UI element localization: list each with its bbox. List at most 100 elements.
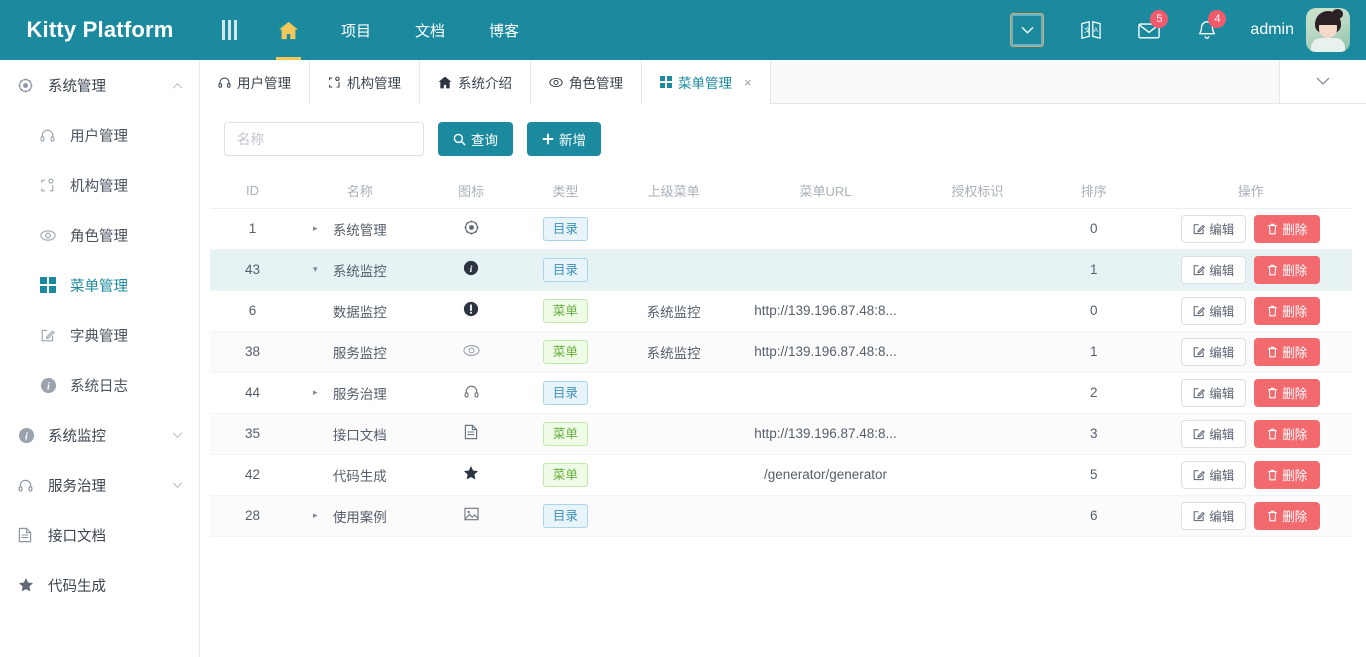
menu-name-label: 系统管理 bbox=[332, 222, 387, 238]
org-icon bbox=[328, 76, 341, 89]
table-row[interactable]: 35 接口文档 菜单 http://139.196.87.48:8... 3 编辑 删除 bbox=[210, 413, 1352, 455]
cell-name: 数据监控 bbox=[295, 290, 425, 332]
table-row[interactable]: 44 服务治理 目录 2 编辑 删除 bbox=[210, 372, 1352, 414]
header-dropdown-button[interactable] bbox=[1010, 13, 1045, 47]
tab-menu-management[interactable]: 菜单管理 × bbox=[642, 60, 771, 104]
edit-button-label: 编辑 bbox=[1209, 510, 1235, 524]
edit-button[interactable]: 编辑 bbox=[1181, 337, 1247, 366]
nav-item-docs-label: 文档 bbox=[415, 22, 446, 40]
delete-button[interactable]: 删除 bbox=[1254, 419, 1321, 448]
cell-id: 38 bbox=[210, 331, 296, 373]
cell-sort: 1 bbox=[1038, 249, 1150, 291]
tree-toggle-icon[interactable] bbox=[313, 224, 318, 233]
table-row[interactable]: 38 服务监控 菜单 系统监控 http://139.196.87.48:8... 1 编辑… bbox=[210, 331, 1352, 373]
tab-system-intro[interactable]: 系统介绍 bbox=[420, 60, 531, 104]
tab-close-icon[interactable]: × bbox=[744, 75, 752, 90]
svg-text:i: i bbox=[470, 264, 473, 275]
menu-name-label: 接口文档 bbox=[332, 427, 387, 443]
translate-button[interactable]: 文 A bbox=[1068, 0, 1114, 60]
nav-item-docs[interactable]: 文档 bbox=[393, 0, 467, 60]
app-logo-text: Kitty Platform bbox=[26, 17, 174, 42]
trash-icon bbox=[1267, 223, 1278, 235]
sidebar-item-label: 菜单管理 bbox=[70, 278, 128, 295]
tree-toggle-icon[interactable] bbox=[313, 388, 318, 397]
type-badge: 菜单 bbox=[542, 421, 588, 446]
sidebar-item-org-management[interactable]: 机构管理 bbox=[0, 160, 199, 210]
sidebar-item-api-docs[interactable]: 接口文档 bbox=[0, 510, 199, 560]
type-badge: 目录 bbox=[542, 216, 588, 241]
col-sort: 排序 bbox=[1038, 174, 1150, 209]
edit-button[interactable]: 编辑 bbox=[1181, 419, 1247, 448]
tree-toggle-icon[interactable] bbox=[313, 511, 318, 520]
sidebar-group-service-governance[interactable]: 服务治理 bbox=[0, 460, 199, 510]
cell-permission bbox=[916, 413, 1039, 455]
cell-icon: i bbox=[424, 249, 518, 291]
add-button[interactable]: 新增 bbox=[527, 122, 601, 156]
table-row[interactable]: 1 系统管理 目录 0 编辑 删除 bbox=[210, 208, 1352, 250]
cell-icon bbox=[424, 372, 518, 414]
cell-parent bbox=[612, 249, 735, 291]
nav-item-project[interactable]: 项目 bbox=[319, 0, 393, 60]
edit-button[interactable]: 编辑 bbox=[1181, 255, 1247, 284]
messages-button[interactable]: 5 bbox=[1126, 0, 1172, 60]
cell-parent bbox=[612, 372, 735, 414]
edit-button[interactable]: 编辑 bbox=[1181, 460, 1247, 489]
username-label[interactable]: admin bbox=[1250, 21, 1294, 39]
edit-button[interactable]: 编辑 bbox=[1181, 501, 1247, 530]
tree-toggle-icon[interactable] bbox=[313, 265, 318, 274]
delete-button[interactable]: 删除 bbox=[1254, 460, 1321, 489]
eye-icon bbox=[549, 77, 563, 88]
chevron-down-icon bbox=[1021, 26, 1034, 35]
table-row[interactable]: 6 数据监控 菜单 系统监控 http://139.196.87.48:8... 0 编辑 删… bbox=[210, 290, 1352, 332]
notifications-button[interactable]: 4 bbox=[1184, 0, 1230, 60]
table-row[interactable]: 42 代码生成 菜单/generator/generator 5 编辑 删除 bbox=[210, 454, 1352, 496]
notification-count-badge: 4 bbox=[1208, 10, 1227, 28]
app-logo[interactable]: Kitty Platform bbox=[0, 0, 200, 60]
delete-button[interactable]: 删除 bbox=[1254, 214, 1321, 243]
sidebar-group-system-monitor[interactable]: i 系统监控 bbox=[0, 410, 199, 460]
sidebar-item-dict-management[interactable]: 字典管理 bbox=[0, 310, 199, 360]
table-row[interactable]: 28 使用案例 目录 6 编辑 删除 bbox=[210, 495, 1352, 537]
header-nav: 项目 文档 博客 bbox=[200, 0, 992, 60]
tab-dropdown-button[interactable] bbox=[1280, 60, 1366, 103]
sidebar-item-role-management[interactable]: 角色管理 bbox=[0, 210, 199, 260]
edit-button-label: 编辑 bbox=[1209, 264, 1235, 278]
avatar[interactable] bbox=[1306, 8, 1350, 52]
table-row[interactable]: 43 系统监控 i 目录 1 编辑 删除 bbox=[210, 249, 1352, 291]
cell-parent: 系统监控 bbox=[612, 331, 735, 373]
sidebar-item-user-management[interactable]: 用户管理 bbox=[0, 110, 199, 160]
sidebar-item-menu-management[interactable]: 菜单管理 bbox=[0, 260, 199, 310]
delete-button[interactable]: 删除 bbox=[1254, 337, 1321, 366]
delete-button[interactable]: 删除 bbox=[1254, 501, 1321, 530]
sidebar-item-code-generator[interactable]: 代码生成 bbox=[0, 560, 199, 610]
nav-item-blog[interactable]: 博客 bbox=[467, 0, 541, 60]
edit-button[interactable]: 编辑 bbox=[1181, 296, 1247, 325]
type-badge: 目录 bbox=[542, 380, 588, 405]
delete-button-label: 删除 bbox=[1282, 305, 1308, 319]
query-button[interactable]: 查询 bbox=[438, 122, 513, 156]
tab-user-management[interactable]: 用户管理 bbox=[200, 60, 310, 104]
grid-icon bbox=[660, 76, 672, 88]
sidebar-group-system-management[interactable]: 系统管理 bbox=[0, 60, 199, 110]
edit-button[interactable]: 编辑 bbox=[1181, 214, 1247, 243]
delete-button[interactable]: 删除 bbox=[1254, 296, 1321, 325]
nav-item-home[interactable] bbox=[258, 0, 319, 60]
trash-icon bbox=[1267, 469, 1278, 481]
cell-url bbox=[734, 208, 917, 250]
menu-name-label: 数据监控 bbox=[332, 304, 387, 320]
search-input[interactable] bbox=[224, 122, 424, 156]
tab-org-management[interactable]: 机构管理 bbox=[310, 60, 420, 104]
sidebar-item-system-log[interactable]: i 系统日志 bbox=[0, 360, 199, 410]
delete-button[interactable]: 删除 bbox=[1254, 378, 1321, 407]
cell-id: 44 bbox=[210, 372, 296, 414]
edit-button[interactable]: 编辑 bbox=[1181, 378, 1247, 407]
cell-id: 43 bbox=[210, 249, 296, 291]
sidebar-group-label: 接口文档 bbox=[48, 528, 106, 545]
delete-button[interactable]: 删除 bbox=[1254, 255, 1321, 284]
cell-parent bbox=[612, 208, 735, 250]
cell-url: http://139.196.87.48:8... bbox=[734, 413, 917, 455]
tab-role-management[interactable]: 角色管理 bbox=[531, 60, 642, 104]
file-icon bbox=[464, 424, 478, 440]
hamburger-icon[interactable] bbox=[200, 0, 258, 60]
message-count-badge: 5 bbox=[1150, 10, 1169, 28]
